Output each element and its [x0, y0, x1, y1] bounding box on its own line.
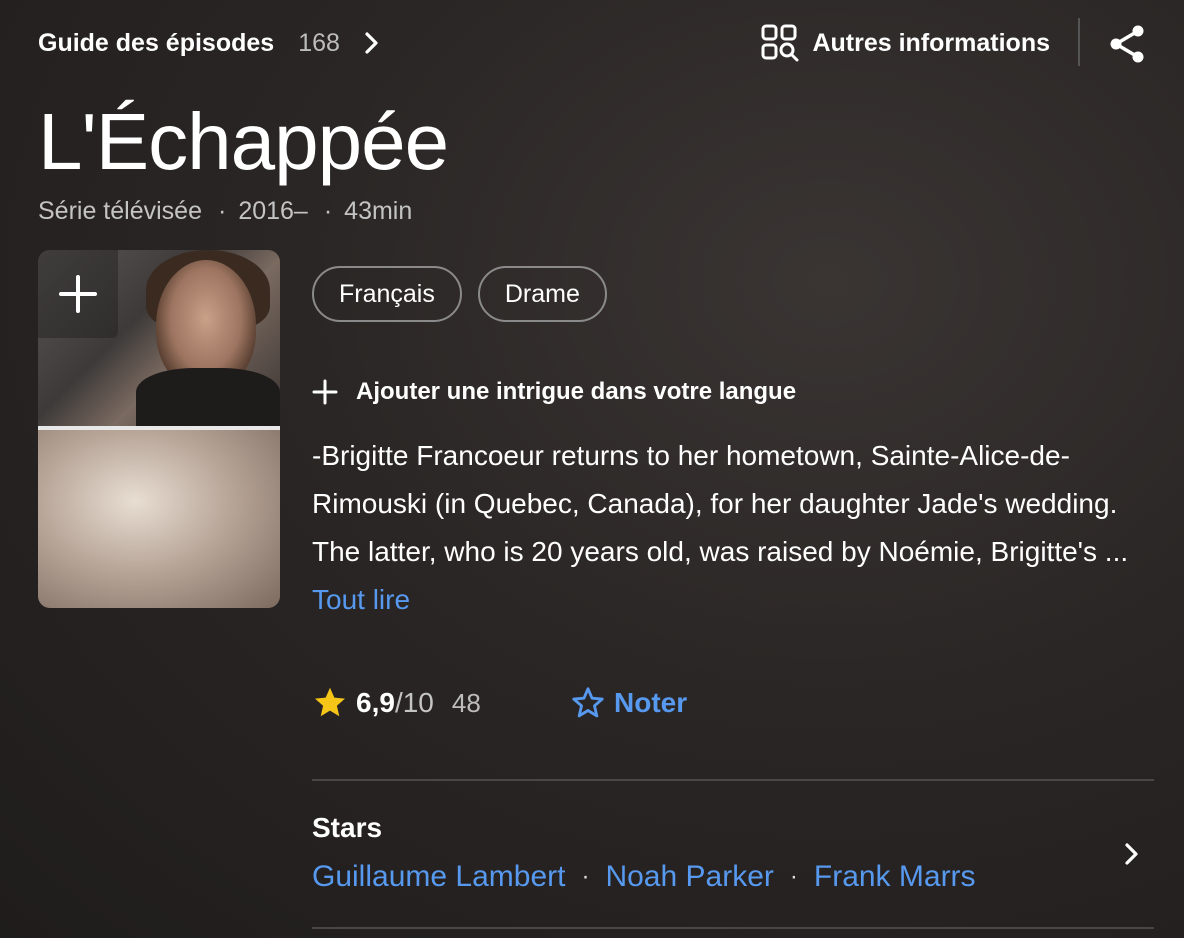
plus-icon	[312, 379, 338, 405]
stars-title: Stars	[312, 812, 383, 843]
top-bar: Guide des épisodes 168 Autres informatio…	[38, 18, 1150, 66]
star-name-link[interactable]: Guillaume Lambert	[312, 860, 565, 894]
more-info-button[interactable]: Autres informations	[760, 22, 1050, 64]
star-name-link[interactable]: Noah Parker	[605, 860, 773, 894]
meta-type[interactable]: Série télévisée	[38, 197, 202, 226]
star-filled-icon	[315, 687, 345, 717]
meta-runtime: 43min	[344, 197, 413, 225]
episode-count: 168	[298, 28, 340, 57]
star-outline-icon	[572, 687, 604, 718]
genre-chips: Français Drame	[312, 266, 607, 322]
add-to-watchlist-button[interactable]	[38, 250, 118, 338]
rate-button[interactable]: Noter	[570, 680, 687, 726]
meta-years[interactable]: 2016–	[238, 197, 308, 226]
genre-chip[interactable]: Français	[312, 266, 462, 322]
plot-text: -Brigitte Francoeur returns to her homet…	[312, 440, 1129, 567]
section-divider	[312, 927, 1154, 929]
stars-list: Guillaume Lambert · Noah Parker · Frank …	[312, 860, 976, 894]
rating-score: 6,9	[356, 687, 395, 718]
grid-search-icon	[761, 24, 799, 62]
add-plot-label: Ajouter une intrigue dans votre langue	[356, 378, 797, 405]
imdb-rating[interactable]: 6,9 /10 48	[312, 680, 481, 726]
meta-separator: ·	[323, 197, 333, 225]
episode-guide-label: Guide des épisodes	[38, 28, 275, 57]
header-divider	[1078, 18, 1080, 66]
read-more-link[interactable]: Tout lire	[312, 584, 410, 615]
episode-guide-link[interactable]: Guide des épisodes 168	[38, 22, 380, 64]
share-icon[interactable]	[1106, 22, 1150, 66]
plus-icon	[59, 275, 97, 313]
title-meta: Série télévisée · 2016– · 43min	[38, 197, 412, 226]
page-title: L'Échappée	[38, 97, 449, 186]
poster-still-bottom	[38, 430, 280, 608]
stars-separator: ·	[581, 863, 590, 890]
stars-separator: ·	[789, 863, 798, 890]
rating-votes: 48	[451, 687, 481, 718]
add-plot-button[interactable]: Ajouter une intrigue dans votre langue	[312, 378, 796, 406]
stars-section[interactable]: Stars Guillaume Lambert · Noah Parker · …	[312, 800, 1154, 910]
genre-chip[interactable]: Drame	[477, 266, 607, 322]
chevron-right-icon	[365, 32, 378, 54]
meta-separator: ·	[217, 197, 227, 225]
more-info-label: Autres informations	[812, 28, 1050, 57]
chevron-right-icon[interactable]	[1124, 842, 1140, 866]
plot-summary: -Brigitte Francoeur returns to her homet…	[312, 432, 1132, 624]
rate-label: Noter	[614, 687, 688, 718]
section-divider	[312, 779, 1154, 781]
poster-image[interactable]	[38, 250, 280, 608]
star-name-link[interactable]: Frank Marrs	[814, 860, 976, 894]
rating-out-of: /10	[394, 687, 434, 718]
